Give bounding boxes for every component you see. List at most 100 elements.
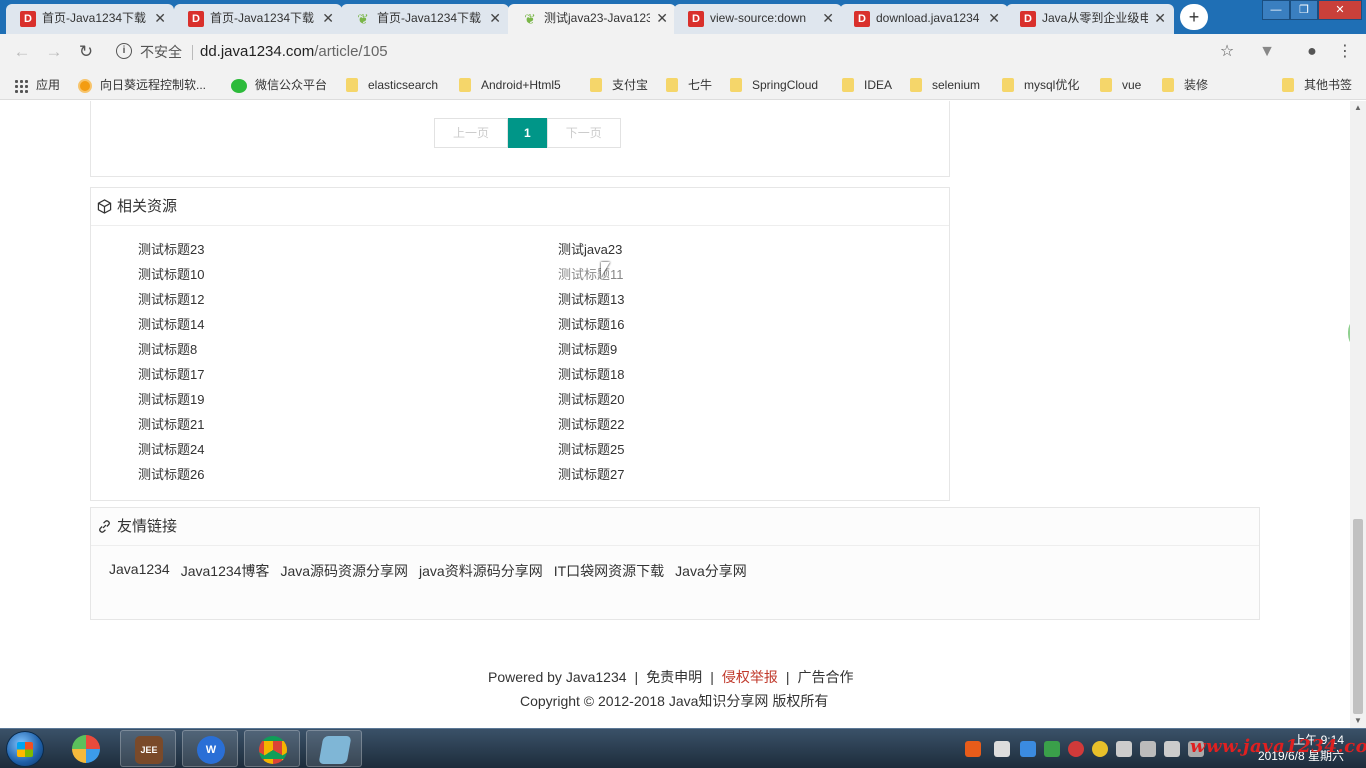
taskbar-app[interactable] <box>306 730 362 767</box>
taskbar-app[interactable]: JEE <box>120 730 176 767</box>
current-page-button[interactable]: 1 <box>508 118 547 148</box>
list-item[interactable]: 测试标题24 <box>138 442 204 458</box>
scroll-up-icon[interactable]: ▲ <box>1350 101 1366 115</box>
friend-link[interactable]: java资料源码分享网 <box>419 561 543 581</box>
bookmark-item[interactable]: IDEA <box>842 70 892 100</box>
new-tab-button[interactable]: + <box>1180 4 1208 30</box>
list-item[interactable]: 测试标题19 <box>138 392 204 408</box>
list-item-hovered[interactable]: 测试标题11 <box>558 267 624 283</box>
bookmark-item[interactable]: 支付宝 <box>590 70 648 100</box>
powered-by-link[interactable]: Powered by Java1234 <box>488 669 627 685</box>
browser-tab-active[interactable]: ❦ 测试java23-Java1234 ✕ <box>508 4 676 34</box>
reload-icon[interactable]: ↻ <box>74 40 98 64</box>
list-item[interactable]: 测试标题26 <box>138 467 204 483</box>
bookmark-item[interactable]: selenium <box>910 70 980 100</box>
browser-tab[interactable]: D 首页-Java1234下载 ✕ <box>174 4 342 34</box>
friend-link[interactable]: IT口袋网资源下载 <box>554 561 664 581</box>
taskbar-app[interactable] <box>244 730 300 767</box>
back-arrow-icon[interactable]: ← <box>10 40 34 64</box>
bookmark-item[interactable]: Android+Html5 <box>459 70 561 100</box>
action-center-icon[interactable] <box>1164 741 1180 757</box>
list-item[interactable]: 测试标题16 <box>558 317 624 333</box>
bookmark-other[interactable]: 其他书签 <box>1282 70 1352 100</box>
forward-arrow-icon[interactable]: → <box>42 40 66 64</box>
list-item[interactable]: 测试标题21 <box>138 417 204 433</box>
friend-link[interactable]: Java分享网 <box>675 561 747 581</box>
disclaimer-link[interactable]: 免责申明 <box>646 669 702 685</box>
browser-tab[interactable]: D Java从零到企业级电商 ✕ <box>1006 4 1174 34</box>
list-item[interactable]: 测试标题18 <box>558 367 624 383</box>
input-method-icon[interactable] <box>965 741 981 757</box>
ads-link[interactable]: 广告合作 <box>797 669 853 685</box>
prev-page-button[interactable]: 上一页 <box>434 118 509 148</box>
tray-cube-icon[interactable] <box>1020 741 1036 757</box>
url-text[interactable]: dd.java1234.com/article/105 <box>200 38 388 66</box>
list-item[interactable]: 测试java23 <box>558 242 622 258</box>
minimize-button[interactable]: — <box>1262 0 1290 20</box>
list-item[interactable]: 测试标题12 <box>138 292 204 308</box>
browser-tab[interactable]: D 首页-Java1234下载 ✕ <box>6 4 174 34</box>
list-item[interactable]: 测试标题13 <box>558 292 624 308</box>
list-item[interactable]: 测试标题20 <box>558 392 624 408</box>
list-item[interactable]: 测试标题23 <box>138 242 204 258</box>
tab-close-icon[interactable]: ✕ <box>154 4 166 32</box>
bookmark-item[interactable]: mysql优化 <box>1002 70 1079 100</box>
bookmark-item[interactable]: elasticsearch <box>346 70 438 100</box>
bookmark-label: 其他书签 <box>1304 78 1353 92</box>
bookmark-item[interactable]: 七牛 <box>666 70 712 100</box>
browser-tab[interactable]: ❦ 首页-Java1234下载 ✕ <box>341 4 509 34</box>
bookmark-apps[interactable]: 应用 <box>14 70 60 100</box>
scroll-thumb[interactable] <box>1353 519 1363 714</box>
folder-icon <box>730 77 742 92</box>
browser-tab[interactable]: D view-source:down ✕ <box>674 4 842 34</box>
tray-app-icon[interactable] <box>1068 741 1084 757</box>
info-icon[interactable]: i <box>116 43 132 59</box>
address-bar[interactable]: i 不安全 dd.java1234.com/article/105 <box>108 38 1248 66</box>
tab-close-icon[interactable]: ✕ <box>988 4 1000 32</box>
tray-network-icon[interactable] <box>1116 741 1132 757</box>
browser-tab[interactable]: D download.java1234 ✕ <box>840 4 1008 34</box>
friend-link[interactable]: Java源码资源分享网 <box>280 561 408 581</box>
taskbar-app[interactable] <box>58 730 114 767</box>
tab-close-icon[interactable]: ✕ <box>322 4 334 32</box>
tray-plus-icon[interactable] <box>1092 741 1108 757</box>
shield-icon[interactable] <box>1044 741 1060 757</box>
tab-title: 测试java23-Java1234 <box>544 11 650 25</box>
tab-close-icon[interactable]: ✕ <box>656 4 668 32</box>
list-item[interactable]: 测试标题22 <box>558 417 624 433</box>
mouse-cursor-icon <box>601 262 610 277</box>
bookmark-item[interactable]: vue <box>1100 70 1141 100</box>
profile-icon[interactable]: ● <box>1302 42 1322 62</box>
next-page-button[interactable]: 下一页 <box>546 118 621 148</box>
bookmark-item[interactable]: SpringCloud <box>730 70 818 100</box>
list-item[interactable]: 测试标题14 <box>138 317 204 333</box>
scroll-down-icon[interactable]: ▼ <box>1350 714 1366 728</box>
friend-link[interactable]: Java1234博客 <box>181 561 270 581</box>
list-item[interactable]: 测试标题25 <box>558 442 624 458</box>
bookmark-item[interactable]: 装修 <box>1162 70 1208 100</box>
close-window-button[interactable]: ✕ <box>1318 0 1362 20</box>
star-icon[interactable]: ☆ <box>1217 42 1237 62</box>
friend-link[interactable]: Java1234 <box>109 561 170 581</box>
report-link[interactable]: 侵权举报 <box>722 669 778 685</box>
tray-tool-icon[interactable] <box>994 741 1010 757</box>
maximize-button[interactable]: ❐ <box>1290 0 1318 20</box>
tab-close-icon[interactable]: ✕ <box>822 4 834 32</box>
list-item[interactable]: 测试标题17 <box>138 367 204 383</box>
tab-close-icon[interactable]: ✕ <box>489 4 501 32</box>
bookmarks-bar: 应用 向日葵远程控制软... 微信公众平台 elasticsearch Andr… <box>0 70 1366 100</box>
list-item[interactable]: 测试标题8 <box>138 342 197 358</box>
start-button[interactable] <box>6 731 44 767</box>
taskbar-app[interactable]: W <box>182 730 238 767</box>
page-scrollbar[interactable]: ▲ ▼ <box>1350 101 1366 728</box>
list-item[interactable]: 测试标题27 <box>558 467 624 483</box>
menu-icon[interactable]: ⋮ <box>1335 42 1355 62</box>
bookmark-item[interactable]: 微信公众平台 <box>231 70 327 100</box>
browser-toolbar: ← → ↻ i 不安全 dd.java1234.com/article/105 … <box>0 34 1366 70</box>
extension-icon[interactable]: ▼ <box>1257 42 1277 62</box>
bookmark-item[interactable]: 向日葵远程控制软... <box>78 70 206 100</box>
tray-monitor-icon[interactable] <box>1140 741 1156 757</box>
list-item[interactable]: 测试标题10 <box>138 267 204 283</box>
list-item[interactable]: 测试标题9 <box>558 342 617 358</box>
tab-close-icon[interactable]: ✕ <box>1154 4 1166 32</box>
